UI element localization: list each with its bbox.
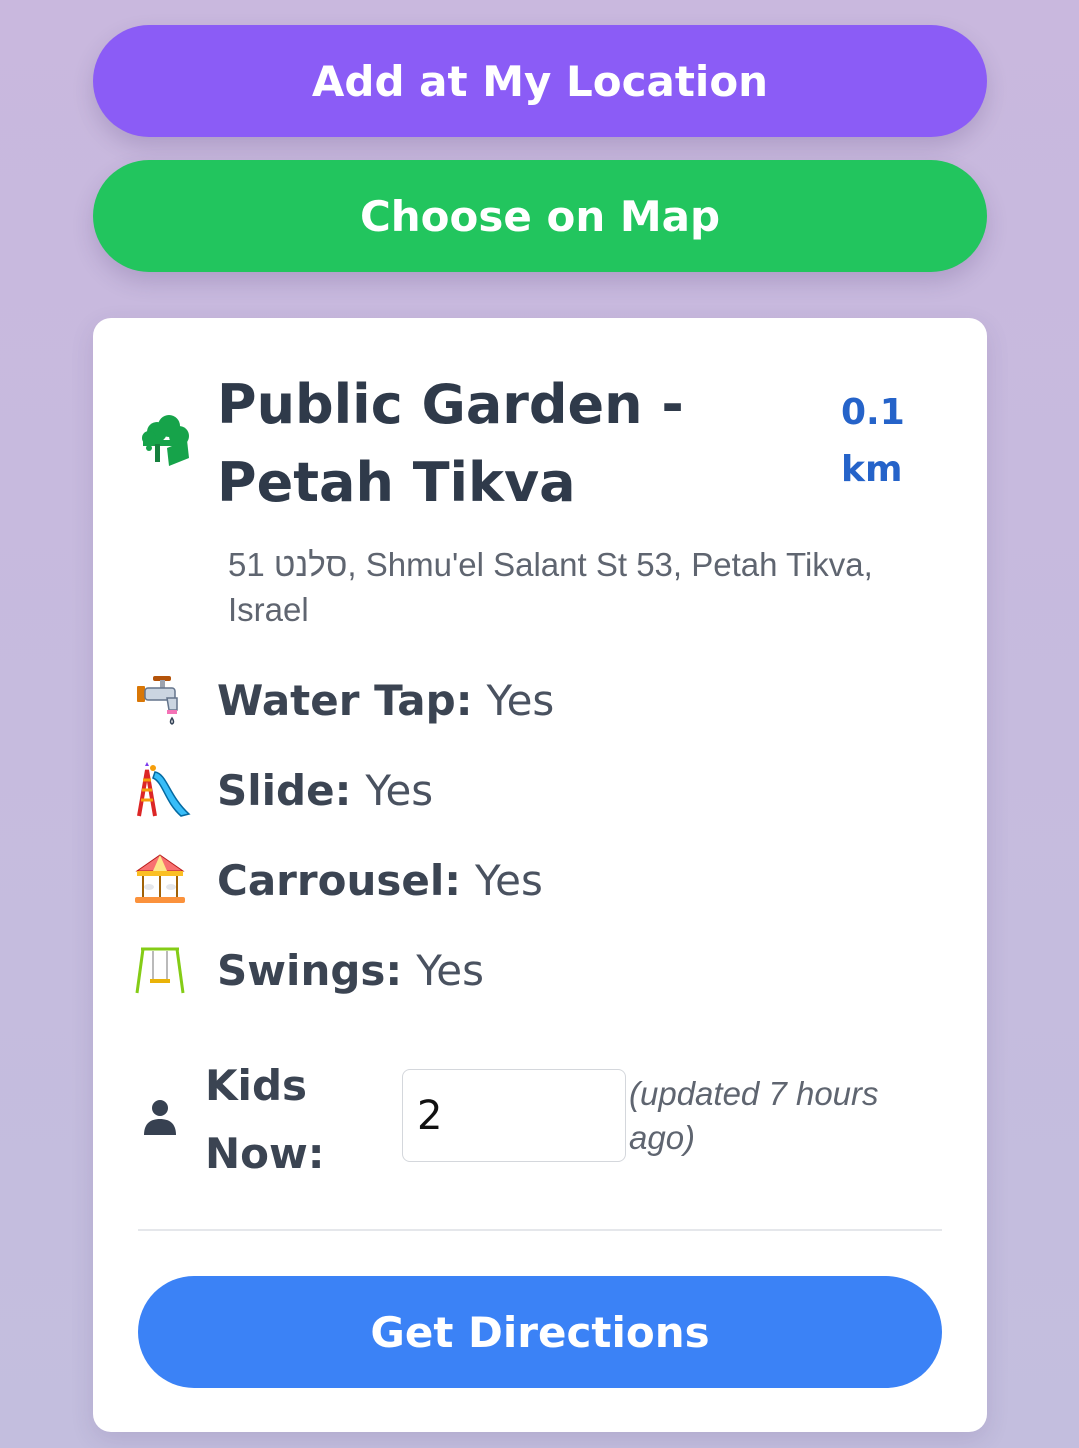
- feature-label: Carrousel:: [217, 855, 462, 905]
- divider: [138, 1229, 942, 1231]
- feature-water-tap: Water Tap: Yes: [133, 670, 933, 730]
- feature-swings: Swings: Yes: [133, 940, 933, 1000]
- swings-icon: [133, 940, 197, 1000]
- place-title: Public Garden - Petah Tikva: [217, 373, 684, 514]
- updated-timestamp: (updated 7 hours ago): [629, 1075, 879, 1156]
- water-tap-icon: [133, 670, 197, 730]
- feature-label: Water Tap:: [217, 675, 473, 725]
- slide-icon: [133, 760, 197, 820]
- feature-value: Yes: [365, 765, 434, 815]
- add-at-my-location-button[interactable]: Add at My Location: [93, 25, 987, 137]
- choose-on-map-button[interactable]: Choose on Map: [93, 160, 987, 272]
- feature-label: Swings:: [217, 945, 403, 995]
- feature-label: Slide:: [217, 765, 352, 815]
- feature-slide: Slide: Yes: [133, 760, 933, 820]
- place-card: Public Garden - Petah Tikva 0.1 km סלנט …: [93, 318, 987, 1432]
- feature-value: Yes: [416, 945, 485, 995]
- kids-count-input[interactable]: [402, 1069, 626, 1162]
- carousel-icon: [133, 850, 197, 910]
- feature-carousel: Carrousel: Yes: [133, 850, 933, 910]
- feature-value: Yes: [475, 855, 543, 905]
- park-tree-icon: [137, 414, 195, 468]
- person-icon: [143, 1099, 177, 1135]
- kids-now-label: Kids Now:: [205, 1061, 325, 1178]
- distance-label: 0.1 km: [841, 392, 905, 490]
- get-directions-button[interactable]: Get Directions: [138, 1276, 942, 1388]
- feature-value: Yes: [486, 675, 555, 725]
- place-address: סלנט 51, Shmu'el Salant St 53, Petah Tik…: [228, 546, 873, 628]
